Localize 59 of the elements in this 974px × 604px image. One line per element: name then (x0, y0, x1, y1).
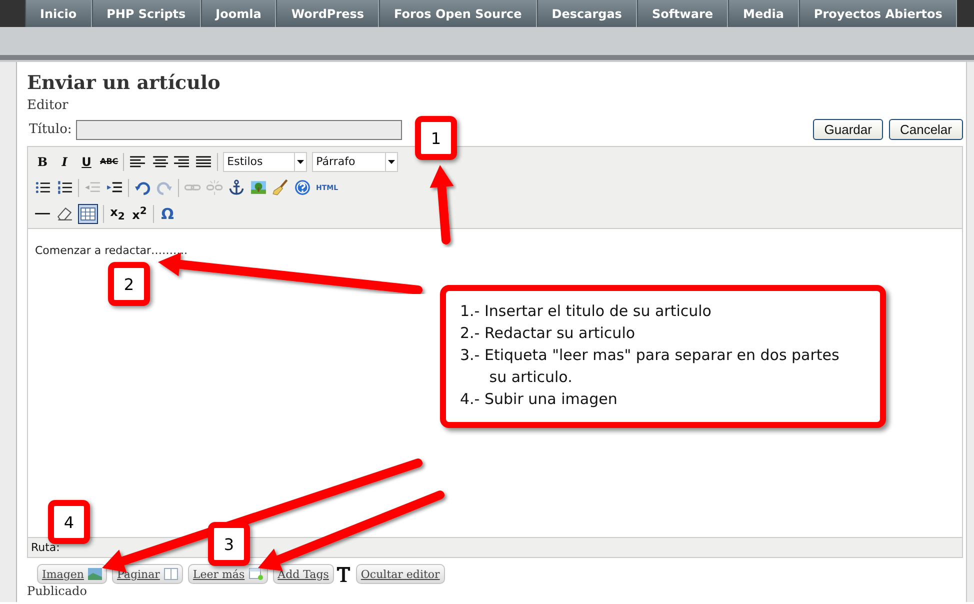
published-label: Publicado (27, 585, 88, 598)
nav-tab[interactable]: Inicio (25, 0, 92, 27)
nav-tab[interactable]: Proyectos Abiertos (798, 0, 958, 27)
format-dropdown[interactable]: Párrafo (312, 152, 398, 172)
text-icon[interactable] (336, 566, 351, 582)
help-icon[interactable] (294, 179, 311, 196)
dropdown-caret-icon (388, 160, 396, 164)
title-field[interactable] (76, 120, 402, 140)
nav-tab[interactable]: Software (636, 0, 728, 27)
image-icon (88, 568, 102, 580)
instruction-item: 2.- Redactar su articulo (460, 323, 636, 344)
align-icon[interactable] (173, 153, 190, 170)
bold-button[interactable]: B (34, 154, 51, 168)
subscript-button[interactable]: x$_{2}$ (109, 204, 126, 222)
nav-tab[interactable]: Foros Open Source (379, 0, 537, 27)
editor-button[interactable]: Ocultar editor (356, 564, 445, 584)
nav-tab[interactable]: WordPress (276, 0, 380, 27)
instruction-item: 1.- Insertar el titulo de su articulo (460, 301, 712, 322)
nav-tab[interactable]: Joomla (200, 0, 276, 27)
align-icon[interactable] (129, 153, 146, 170)
align-icon[interactable] (151, 153, 168, 170)
page-title: Enviar un artículo (27, 71, 222, 95)
read-more-icon (248, 568, 263, 580)
numbered-list-icon[interactable] (56, 179, 73, 196)
editor-button[interactable]: Add Tags (272, 564, 334, 584)
brush-icon[interactable] (272, 179, 289, 196)
underline-button[interactable]: U (78, 154, 95, 168)
nav-tab[interactable]: Descargas (536, 0, 637, 27)
editor-button[interactable]: Imagen (37, 564, 107, 584)
step-number-callout: 1 (415, 116, 457, 160)
undo-icon[interactable] (134, 179, 151, 196)
action-button[interactable]: Guardar (813, 119, 883, 140)
image-icon[interactable] (250, 179, 267, 196)
nav-tab[interactable]: Media (728, 0, 799, 27)
dropdown-caret-icon (297, 160, 304, 164)
special-character-button[interactable]: Ω (159, 204, 176, 222)
align-icon[interactable] (195, 153, 212, 170)
anchor-icon[interactable] (228, 179, 245, 196)
page-break-icon (164, 568, 178, 580)
status-path: Ruta: (31, 541, 60, 554)
strikethrough-button[interactable]: ABC (100, 157, 118, 166)
instruction-item: 4.- Subir una imagen (460, 389, 618, 410)
action-button[interactable]: Cancelar (888, 119, 963, 140)
editor-button[interactable]: Leer más (188, 564, 268, 584)
editor-text: Comenzar a redactar………. (35, 244, 188, 257)
editor-button[interactable]: Paginar (112, 564, 183, 584)
step-number-callout: 2 (108, 262, 150, 306)
title-label: Título: (29, 122, 72, 137)
step-number-callout: 4 (48, 500, 90, 544)
italic-button[interactable]: I (56, 154, 73, 168)
step-number-callout: 3 (208, 522, 250, 566)
instruction-item: 3.- Etiqueta "leer mas" para separar en dos partes su articulo. (460, 345, 840, 388)
nav-tab[interactable]: PHP Scripts (92, 0, 201, 27)
bullet-list-icon[interactable] (34, 179, 51, 196)
styles-dropdown[interactable]: Estilos (223, 152, 308, 172)
table-icon[interactable] (78, 204, 98, 224)
eraser-icon[interactable] (56, 205, 73, 222)
section-label: Editor (27, 97, 70, 115)
superscript-button[interactable]: x$^{2}$ (131, 206, 148, 222)
